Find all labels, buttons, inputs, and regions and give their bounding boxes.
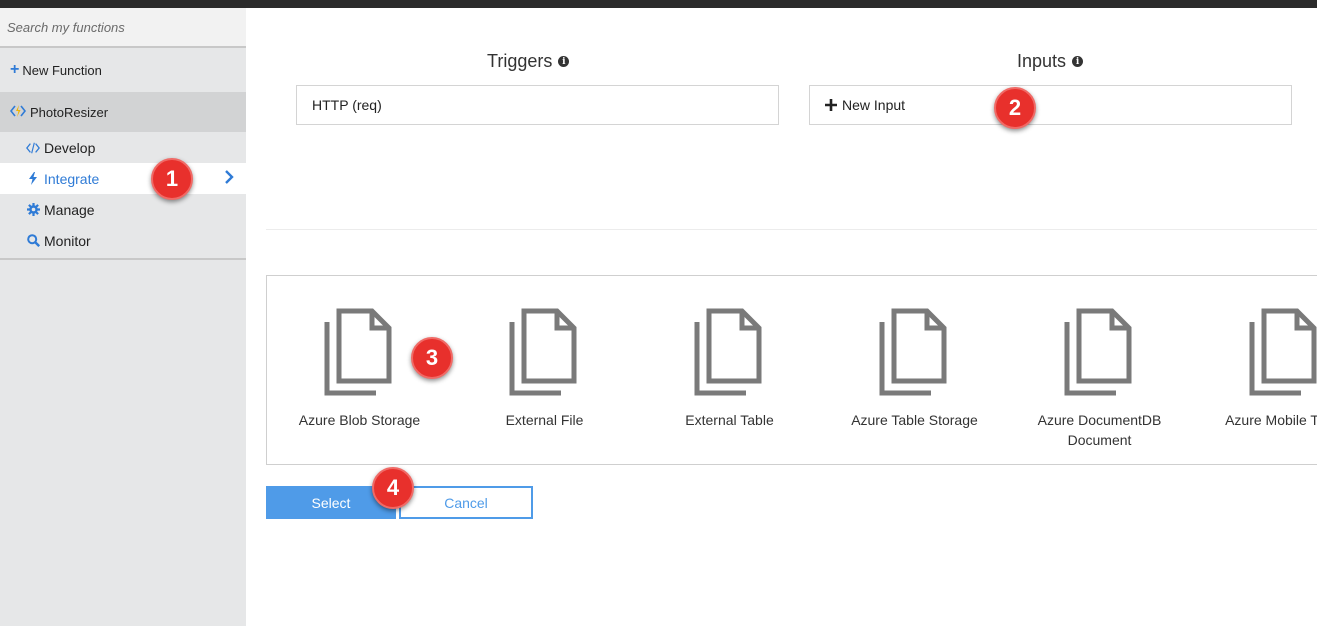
search-input[interactable] [0,8,237,46]
new-input-label: New Input [842,97,906,113]
document-icon [879,308,947,396]
document-icon [1249,308,1317,396]
code-icon [26,142,40,154]
step-badge-2: 2 [994,87,1036,129]
step-badge-4: 4 [372,467,414,509]
new-function-button[interactable]: + New Function [0,50,246,90]
cancel-button[interactable]: Cancel [399,486,533,519]
step-badge-1: 1 [151,158,193,200]
function-name: PhotoResizer [30,104,109,120]
step-badge-3: 3 [411,337,453,379]
template-tile-external-table[interactable]: External Table [637,276,822,464]
nav-label: Develop [44,139,96,156]
plus-icon: + [10,61,20,78]
template-tile-external-file[interactable]: External File [452,276,637,464]
divider [266,229,1317,230]
inputs-label: Inputs [1017,51,1067,71]
template-label: Azure Table Storage [851,412,978,428]
triggers-label: Triggers [487,51,553,71]
function-icon [9,104,27,120]
search-icon [26,234,40,247]
template-tile-azure-documentdb-document[interactable]: Azure DocumentDB Document [1007,276,1192,464]
sidebar: + New Function PhotoResizer Develop [0,8,246,626]
inputs-title: Inputs i [1017,51,1084,72]
nav-label: Monitor [44,232,91,249]
document-icon [509,308,577,396]
template-label: External File [505,412,584,428]
template-tile-azure-mobile-table[interactable]: Azure Mobile Table [1192,276,1317,464]
document-icon [324,308,392,396]
new-input-button[interactable]: New Input [809,85,1292,125]
nav-item-integrate[interactable]: Integrate [0,163,246,194]
template-label: Azure Mobile Table [1225,412,1317,428]
trigger-item[interactable]: HTTP (req) [296,85,779,125]
triggers-title: Triggers i [487,51,570,72]
template-tile-azure-table-storage[interactable]: Azure Table Storage [822,276,1007,464]
trigger-value: HTTP (req) [312,97,382,113]
nav-item-develop[interactable]: Develop [0,132,246,163]
chevron-right-icon [224,169,234,188]
function-header[interactable]: PhotoResizer [0,92,246,132]
function-nav: Develop Integrate Manage Monitor [0,132,246,260]
top-bar [0,0,1317,8]
main-panel: Triggers i HTTP (req) Inputs i New Input… [246,8,1317,626]
nav-item-manage[interactable]: Manage [0,194,246,225]
template-label: Azure DocumentDB Document [1037,412,1162,448]
document-icon [694,308,762,396]
gear-icon [26,203,40,216]
document-icon [1064,308,1132,396]
search-box [0,8,246,48]
template-label: External Table [685,412,774,428]
nav-label: Integrate [44,170,100,187]
nav-label: Manage [44,201,95,218]
plus-icon [825,99,837,111]
new-function-label: New Function [22,62,102,78]
template-label: Azure Blob Storage [298,412,421,428]
info-icon[interactable]: i [1072,56,1084,67]
nav-item-monitor[interactable]: Monitor [0,225,246,256]
info-icon[interactable]: i [558,56,570,67]
lightning-icon [26,172,40,185]
